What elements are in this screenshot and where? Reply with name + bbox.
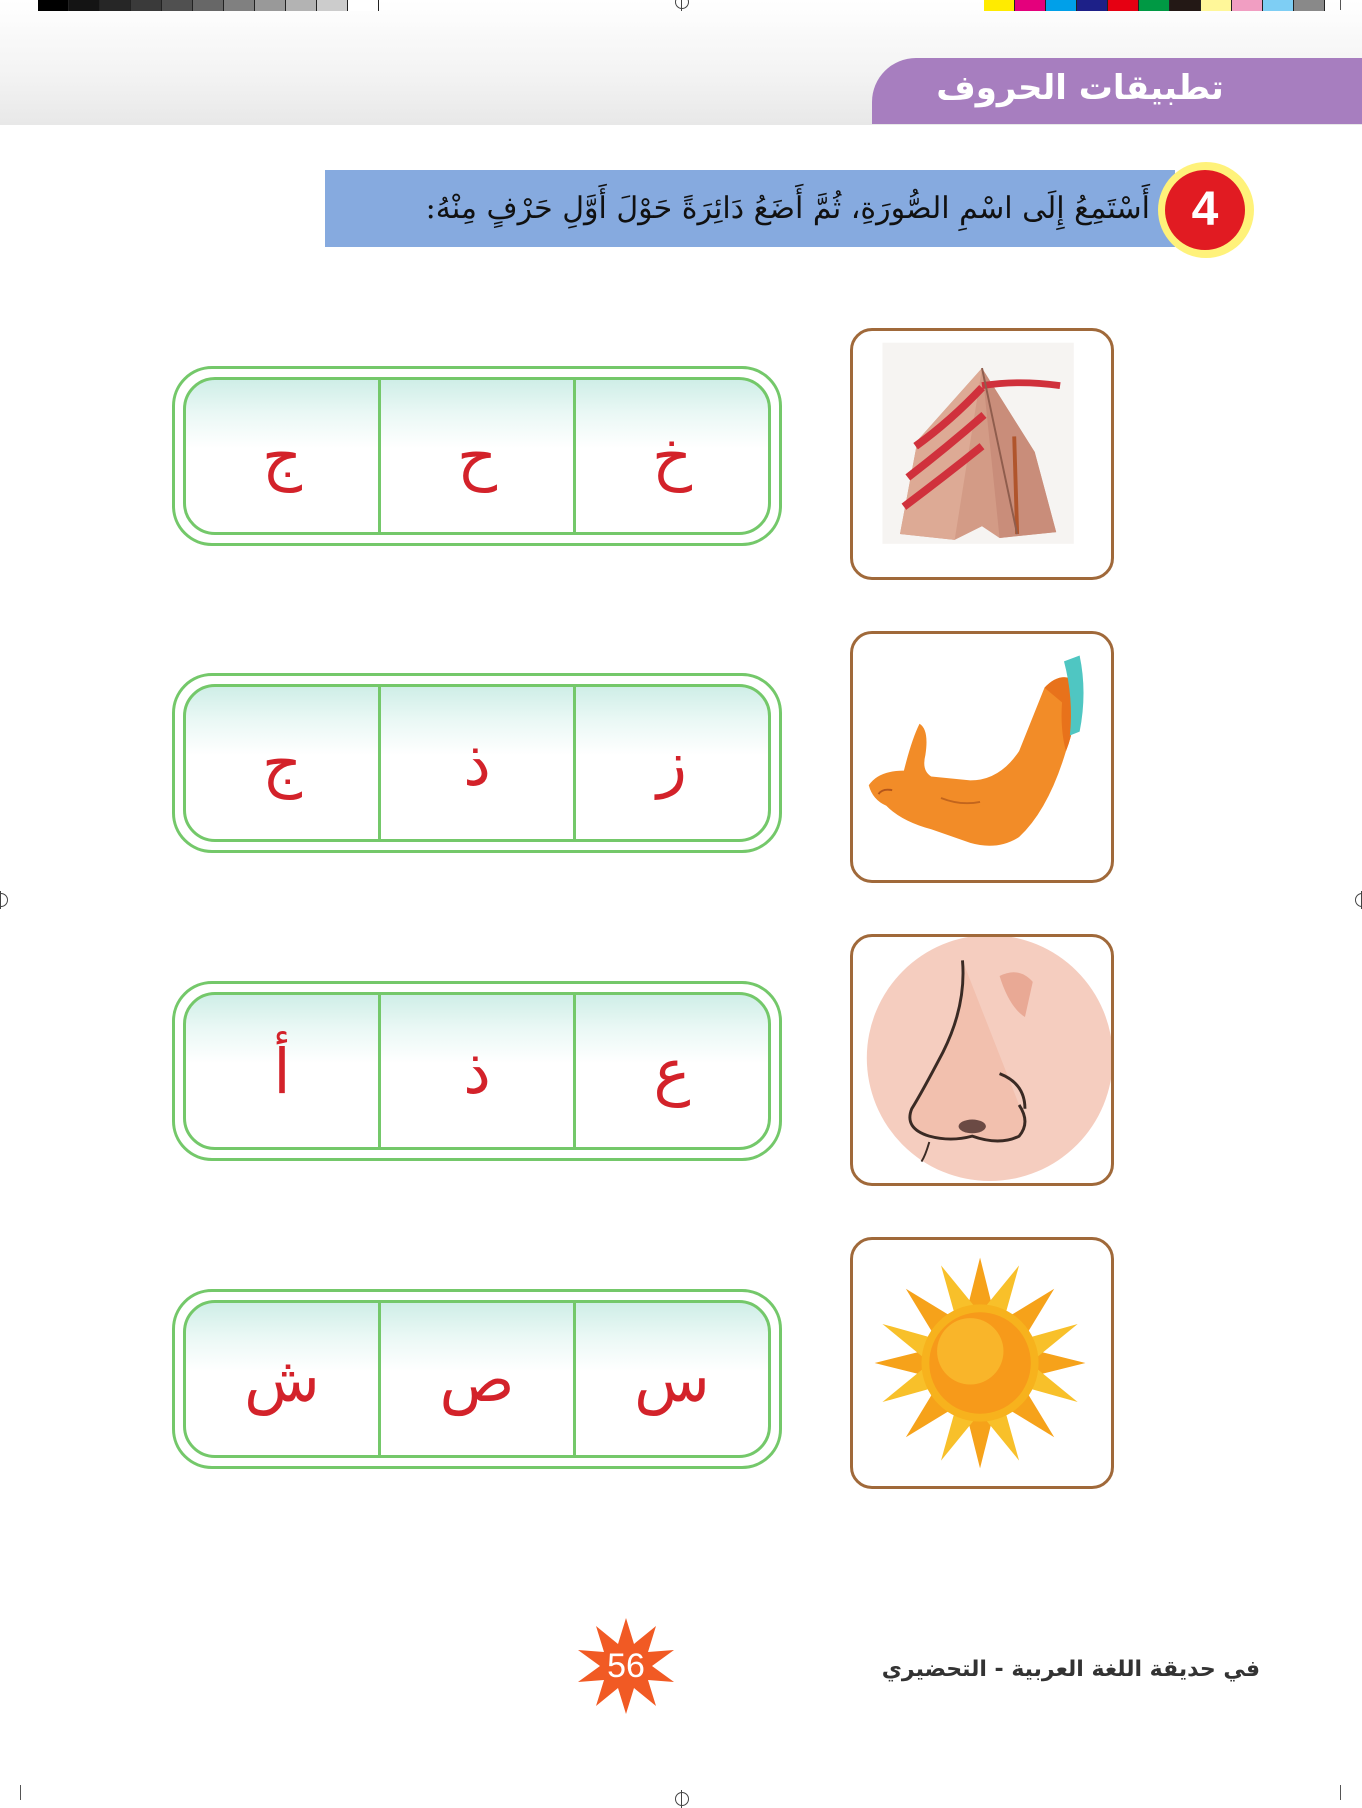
letter-choice[interactable]: ش (186, 1303, 378, 1455)
registration-mark-right (1355, 891, 1362, 909)
crop-mark (1340, 0, 1341, 10)
letter-choice-box: ج ذ ز (172, 673, 782, 853)
picture-frame (850, 328, 1114, 580)
letter-choice[interactable]: ذ (378, 687, 573, 839)
letter-choice[interactable]: ص (378, 1303, 573, 1455)
page-number: 56 (607, 1647, 645, 1685)
picture-frame (850, 1237, 1114, 1489)
exercise-number-badge: 4 (1165, 170, 1245, 250)
tent-icon (882, 342, 1074, 544)
letter-choice[interactable]: أ (186, 995, 378, 1147)
instruction-text: أَسْتَمِعُ إِلَى اسْمِ الصُّورَةِ، ثُمَّ… (425, 191, 1150, 226)
picture-frame (850, 934, 1114, 1186)
letter-choice[interactable]: ج (186, 687, 378, 839)
book-title: في حديقة اللغة العربية - التحضيري (881, 1657, 1260, 1682)
letter-choice[interactable]: ج (186, 380, 378, 532)
grayscale-color-bar (38, 0, 379, 11)
registration-mark-left (0, 891, 8, 909)
letter-choice[interactable]: ز (573, 687, 768, 839)
letter-choice[interactable]: ذ (378, 995, 573, 1147)
arm-icon (868, 655, 1084, 846)
letter-choice[interactable]: ع (573, 995, 768, 1147)
letter-choice[interactable]: ح (378, 380, 573, 532)
crop-mark (20, 1785, 21, 1800)
letter-choice[interactable]: س (573, 1303, 768, 1455)
picture-frame (850, 631, 1114, 883)
letter-choice-box: ش ص س (172, 1289, 782, 1469)
cmyk-color-bar (984, 0, 1325, 11)
crop-mark (1340, 1785, 1341, 1800)
letter-choice[interactable]: خ (573, 380, 768, 532)
sun-icon (874, 1257, 1086, 1469)
section-title: تطبيقات الحروف (936, 68, 1224, 108)
nose-icon (866, 937, 1111, 1182)
letter-choice-box: أ ذ ع (172, 981, 782, 1161)
letter-choice-box: ج ح خ (172, 366, 782, 546)
registration-mark-bottom (675, 1790, 689, 1808)
